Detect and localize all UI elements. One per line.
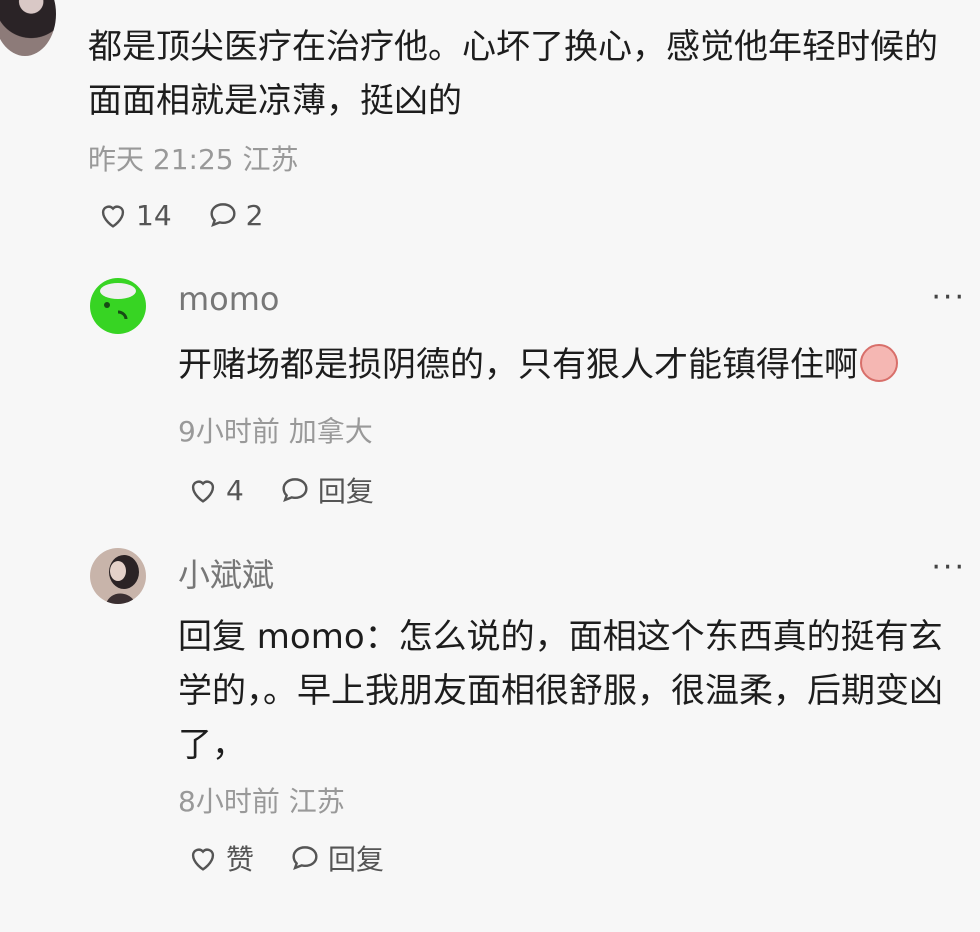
- emoji-icon: [860, 344, 898, 382]
- heart-outline-icon: [101, 205, 125, 228]
- momo-like-button[interactable]: 4: [186, 473, 244, 507]
- momo-reply-button[interactable]: 回复: [278, 470, 374, 510]
- momo-reply-content: 开赌场都是损阴德的，只有狠人才能镇得住啊: [178, 345, 858, 385]
- xiaobinbin-reply-label: 回复: [328, 843, 385, 876]
- momo-time: 9小时前: [178, 415, 280, 448]
- xiaobinbin-meta: 8小时前 江苏: [178, 780, 345, 820]
- heart-outline-icon: [191, 848, 215, 871]
- speech-bubble-icon: [292, 846, 318, 870]
- top-comment-location: 江苏: [242, 143, 299, 176]
- comment-count: 2: [245, 198, 264, 232]
- xiaobinbin-username[interactable]: 小斌斌: [178, 550, 274, 596]
- top-comment-meta: 昨天 21:25 江苏: [88, 138, 299, 178]
- speech-bubble-icon: [210, 203, 236, 227]
- xiaobinbin-like-label: 赞: [226, 843, 255, 876]
- top-comment-actions: 14 2: [96, 198, 297, 232]
- momo-reply-text: 开赌场都是损阴德的，只有狠人才能镇得住啊: [178, 338, 968, 392]
- momo-reply-label: 回复: [317, 475, 374, 508]
- xiaobinbin-avatar: [90, 548, 146, 604]
- momo-meta: 9小时前 加拿大: [178, 410, 373, 450]
- more-options-icon[interactable]: ···: [931, 280, 966, 315]
- like-button[interactable]: 14: [96, 198, 172, 232]
- xiaobinbin-time: 8小时前: [178, 785, 280, 818]
- momo-username[interactable]: momo: [178, 280, 280, 318]
- xiaobinbin-reply-button[interactable]: 回复: [288, 838, 384, 878]
- reply-momo: momo ··· 开赌场都是损阴德的，只有狠人才能镇得住啊 9小时前 加拿大 4…: [88, 278, 964, 510]
- momo-avatar: [90, 278, 146, 334]
- xiaobinbin-reply-text: 回复 momo：怎么说的，面相这个东西真的挺有玄学的，。早上我朋友面相很舒服，很…: [178, 617, 943, 765]
- xiaobinbin-actions: 赞 回复: [186, 838, 418, 878]
- momo-like-count: 4: [226, 473, 244, 507]
- top-comment-text: 都是顶尖医疗在治疗他。心坏了换心，感觉他年轻时候的面面相就是凉薄，挺凶的: [88, 27, 938, 121]
- like-count: 14: [136, 198, 172, 232]
- speech-bubble-icon: [282, 478, 308, 502]
- momo-location: 加拿大: [288, 415, 373, 448]
- xiaobinbin-like-button[interactable]: 赞: [186, 838, 254, 878]
- xiaobinbin-location: 江苏: [288, 785, 345, 818]
- heart-outline-icon: [191, 480, 215, 503]
- comment-button[interactable]: 2: [206, 198, 264, 232]
- momo-actions: 4 回复: [186, 470, 408, 510]
- reply-xiaobinbin: 小斌斌 ··· 回复 momo：怎么说的，面相这个东西真的挺有玄学的，。早上我朋…: [88, 548, 964, 888]
- top-comment-time: 昨天 21:25: [88, 143, 234, 176]
- more-options-icon[interactable]: ···: [931, 550, 966, 585]
- top-user-avatar: [0, 0, 56, 56]
